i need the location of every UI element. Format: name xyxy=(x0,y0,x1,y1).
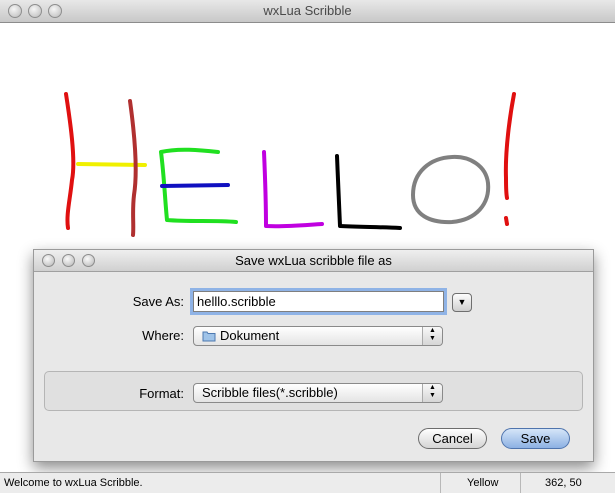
scribble-stroke-l2 xyxy=(335,154,402,230)
filename-input[interactable]: helllo.scribble xyxy=(193,291,444,312)
save-as-label: Save As: xyxy=(132,294,184,309)
folder-icon xyxy=(202,331,216,342)
format-popup[interactable]: Scribble files(*.scribble) ▲ ▼ xyxy=(193,383,443,403)
format-label: Format: xyxy=(139,386,184,401)
status-coords: 362, 50 xyxy=(545,477,582,489)
where-value: Dokument xyxy=(220,328,280,343)
scribble-stroke-h-right xyxy=(128,99,138,237)
save-button[interactable]: Save xyxy=(501,428,570,449)
scribble-stroke-o xyxy=(411,154,491,225)
window-title: wxLua Scribble xyxy=(263,3,352,18)
dialog-title: Save wxLua scribble file as xyxy=(235,253,392,268)
status-bar: Welcome to wxLua Scribble. Yellow 362, 5… xyxy=(0,472,615,493)
where-label: Where: xyxy=(142,328,184,343)
format-value: Scribble files(*.scribble) xyxy=(202,385,338,400)
status-divider xyxy=(520,473,521,493)
window-titlebar: wxLua Scribble xyxy=(0,0,615,23)
scribble-stroke-l1 xyxy=(262,150,324,229)
dialog-titlebar: Save wxLua scribble file as xyxy=(34,250,593,272)
scribble-stroke-h-left xyxy=(64,92,76,230)
status-color: Yellow xyxy=(467,477,499,489)
popup-arrows-icon: ▲ ▼ xyxy=(422,384,442,402)
where-popup[interactable]: Dokument ▲ ▼ xyxy=(193,326,443,346)
scribble-stroke-exclaim-dot xyxy=(504,216,509,226)
cancel-button[interactable]: Cancel xyxy=(418,428,487,449)
scribble-stroke-exclaim xyxy=(503,92,516,200)
expand-arrow-icon: ▼ xyxy=(457,297,467,307)
status-message: Welcome to wxLua Scribble. xyxy=(4,477,143,489)
save-dialog: Save wxLua scribble file as Save As: hel… xyxy=(33,249,594,462)
scribble-stroke-e-mid xyxy=(160,183,230,188)
status-divider xyxy=(440,473,441,493)
popup-arrows-icon: ▲ ▼ xyxy=(422,327,442,345)
expand-dialog-button[interactable]: ▼ xyxy=(452,293,472,312)
